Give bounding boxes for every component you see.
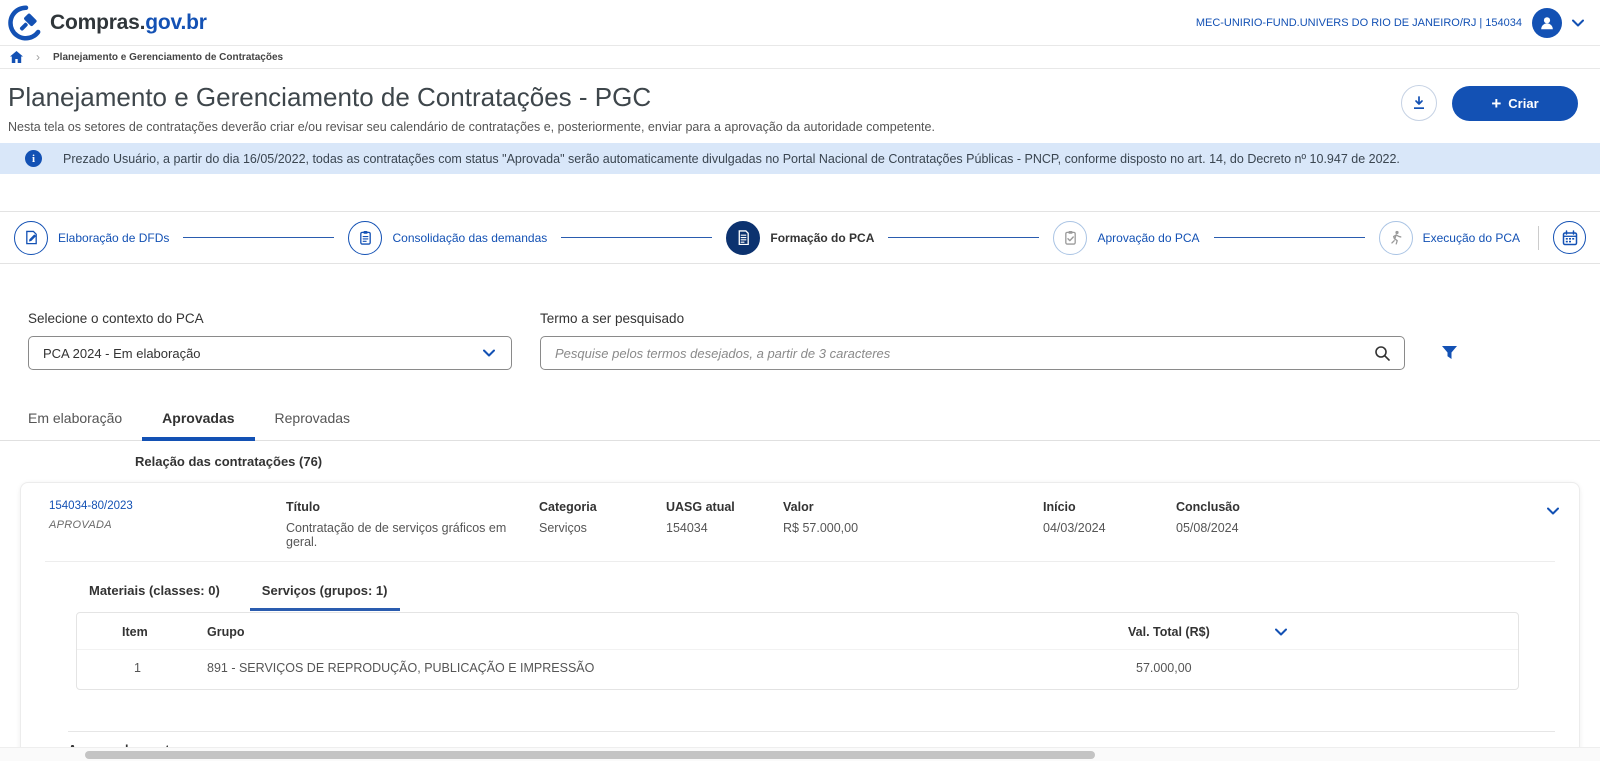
home-icon[interactable] [10, 51, 23, 63]
create-button[interactable]: + Criar [1452, 86, 1578, 121]
stepper-connector [888, 237, 1039, 238]
uasg-value: 154034 [666, 521, 783, 535]
vertical-divider [1538, 226, 1539, 250]
uasg-label: UASG atual [666, 500, 783, 514]
check-clipboard-icon [1053, 221, 1087, 255]
breadcrumb-item[interactable]: Planejamento e Gerenciamento de Contrata… [53, 52, 283, 63]
tab-reprovadas[interactable]: Reprovadas [255, 400, 371, 441]
edit-document-icon [14, 221, 48, 255]
user-menu-chevron-icon[interactable] [1572, 19, 1584, 27]
row-item: 1 [122, 661, 207, 675]
search-input[interactable] [555, 346, 1374, 361]
subtab-servicos[interactable]: Serviços (grupos: 1) [250, 583, 400, 611]
contratacao-row: 154034-80/2023 APROVADA Título Contrataç… [21, 483, 1579, 561]
conclusao-label: Conclusão [1176, 500, 1519, 514]
servicos-table: Item Grupo Val. Total (R$) 1 891 - SERVI… [76, 612, 1519, 690]
page-header: Planejamento e Gerenciamento de Contrata… [0, 69, 1600, 134]
download-icon [1411, 95, 1427, 111]
tab-em-elaboracao[interactable]: Em elaboração [8, 400, 142, 441]
categoria-value: Serviços [539, 521, 666, 535]
horizontal-scrollbar [0, 747, 1600, 761]
row-collapse-chevron-icon[interactable] [1547, 507, 1559, 515]
header-grupo: Grupo [207, 625, 1128, 639]
row-val-total: 57.000,00 [1128, 661, 1518, 675]
divider [45, 561, 1555, 562]
user-avatar[interactable] [1532, 8, 1562, 38]
create-button-label: Criar [1508, 96, 1538, 111]
search-label: Termo a ser pesquisado [540, 311, 1405, 326]
stepper-connector [561, 237, 712, 238]
person-icon [1538, 14, 1556, 32]
stepper-connector [1214, 237, 1365, 238]
pca-context-value: PCA 2024 - Em elaboração [43, 346, 201, 361]
info-banner-text: Prezado Usuário, a partir do dia 16/05/2… [63, 152, 1400, 166]
contratacao-card: 154034-80/2023 APROVADA Título Contrataç… [20, 482, 1580, 758]
stepper-connector [183, 237, 334, 238]
conclusao-value: 05/08/2024 [1176, 521, 1519, 535]
logo-text: Compras.gov.br [50, 11, 207, 35]
step-formacao-pca[interactable]: Formação do PCA [726, 221, 874, 255]
app-header: Compras.gov.br MEC-UNIRIO-FUND.UNIVERS D… [0, 0, 1600, 45]
valor-value: R$ 57.000,00 [783, 521, 1043, 535]
titulo-label: Título [286, 500, 539, 514]
page-title: Planejamento e Gerenciamento de Contrata… [8, 82, 935, 113]
titulo-value: Contratação de de serviços gráficos em g… [286, 521, 539, 549]
horizontal-scrollbar-thumb[interactable] [85, 751, 1095, 759]
header-item: Item [122, 625, 207, 639]
gavel-circle-icon [8, 5, 44, 41]
subtab-materiais[interactable]: Materiais (classes: 0) [77, 583, 232, 611]
info-banner: i Prezado Usuário, a partir do dia 16/05… [0, 143, 1600, 174]
contratacao-id-link[interactable]: 154034-80/2023 [49, 500, 286, 512]
header-val-total: Val. Total (R$) [1128, 625, 1210, 639]
valor-label: Valor [783, 500, 1043, 514]
filter-funnel-icon[interactable] [1441, 345, 1458, 361]
pca-context-select[interactable]: PCA 2024 - Em elaboração [28, 336, 512, 370]
status-badge: APROVADA [49, 519, 286, 531]
filters-section: Selecione o contexto do PCA PCA 2024 - E… [0, 311, 1600, 370]
step-aprovacao-pca[interactable]: Aprovação do PCA [1053, 221, 1199, 255]
sort-chevron-icon[interactable] [1275, 628, 1287, 636]
chevron-down-icon [483, 349, 495, 357]
step-execucao-pca[interactable]: Execução do PCA [1379, 221, 1520, 255]
breadcrumb-separator: › [36, 50, 40, 64]
step-consolidacao-demandas[interactable]: Consolidação das demandas [348, 221, 547, 255]
page-subtitle: Nesta tela os setores de contratações de… [8, 120, 935, 134]
download-button[interactable] [1401, 85, 1437, 121]
clipboard-icon [348, 221, 382, 255]
info-icon: i [25, 150, 42, 167]
document-icon [726, 221, 760, 255]
breadcrumb: › Planejamento e Gerenciamento de Contra… [0, 45, 1600, 69]
calendar-icon [1562, 230, 1578, 246]
servicos-table-header: Item Grupo Val. Total (R$) [77, 625, 1518, 650]
plus-icon: + [1491, 95, 1501, 112]
categoria-label: Categoria [539, 500, 666, 514]
tab-aprovadas[interactable]: Aprovadas [142, 400, 254, 441]
step-elaboracao-dfds[interactable]: Elaboração de DFDs [14, 221, 169, 255]
status-tabs: Em elaboração Aprovadas Reprovadas [0, 400, 1600, 441]
runner-icon [1379, 221, 1413, 255]
calendar-button[interactable] [1553, 221, 1586, 254]
context-select-label: Selecione o contexto do PCA [28, 311, 512, 326]
inicio-value: 04/03/2024 [1043, 521, 1176, 535]
item-type-subtabs: Materiais (classes: 0) Serviços (grupos:… [77, 583, 1579, 611]
search-icon[interactable] [1374, 345, 1390, 361]
progress-stepper: Elaboração de DFDs Consolidação das dema… [0, 211, 1600, 264]
list-title: Relação das contratações (76) [135, 454, 1600, 469]
inicio-label: Início [1043, 500, 1176, 514]
divider [68, 731, 1555, 732]
table-row: 1 891 - SERVIÇOS DE REPRODUÇÃO, PUBLICAÇ… [77, 650, 1518, 675]
row-grupo: 891 - SERVIÇOS DE REPRODUÇÃO, PUBLICAÇÃO… [207, 661, 1128, 675]
compras-gov-logo[interactable]: Compras.gov.br [8, 5, 207, 41]
org-unit-label: MEC-UNIRIO-FUND.UNIVERS DO RIO DE JANEIR… [1196, 17, 1522, 29]
